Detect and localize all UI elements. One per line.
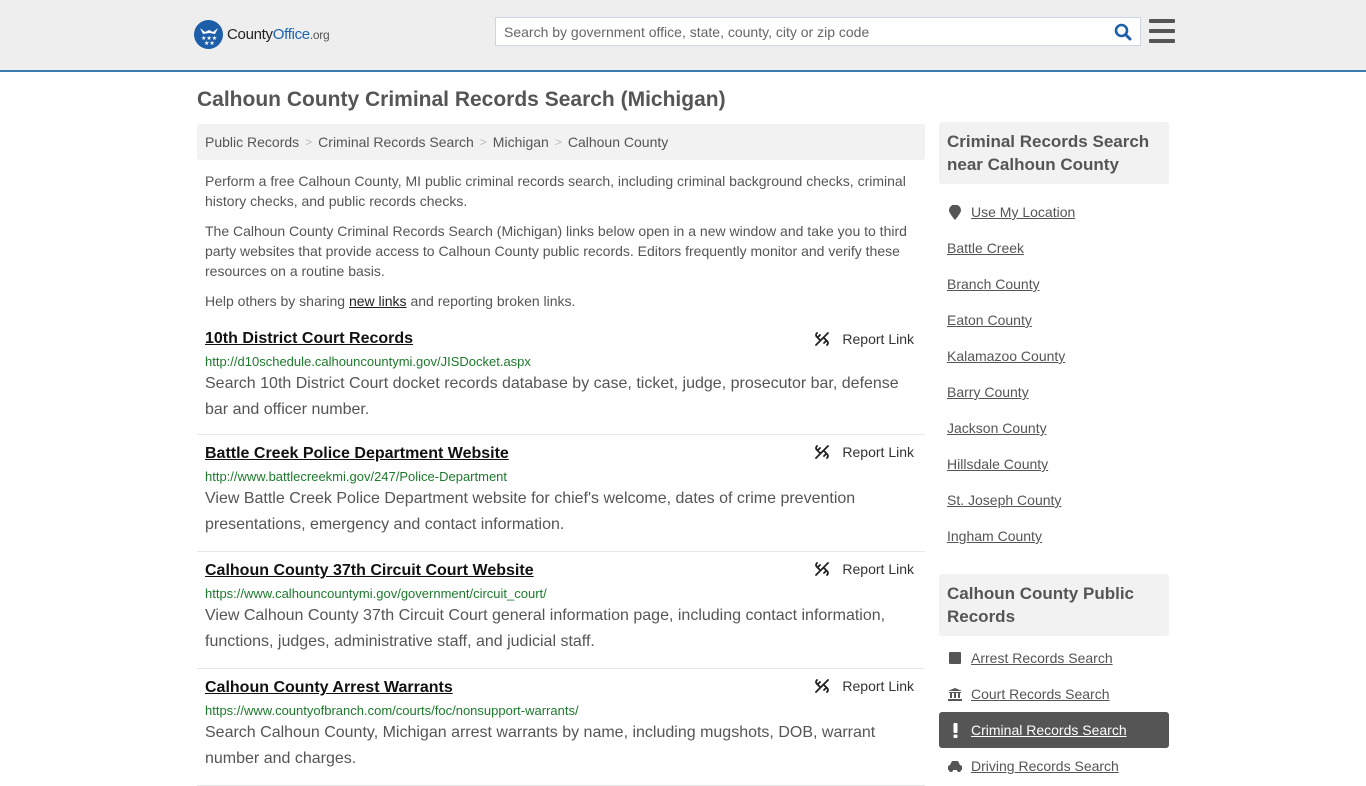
logo-wordmark: CountyOffice.org xyxy=(227,26,330,43)
nearby-item[interactable]: Hillsdale County xyxy=(939,446,1169,482)
search-input[interactable] xyxy=(496,18,1106,45)
public-records-heading: Calhoun County Public Records xyxy=(939,574,1169,636)
public-records-item-criminal[interactable]: Criminal Records Search xyxy=(939,712,1169,748)
result-title-link[interactable]: Battle Creek Police Department Website xyxy=(205,445,509,463)
result-title-link[interactable]: Calhoun County Arrest Warrants xyxy=(205,679,453,697)
nearby-link-st-joseph-county[interactable]: St. Joseph County xyxy=(947,492,1061,508)
site-header: ★★★ ★★ CountyOffice.org xyxy=(0,0,1366,72)
exclamation-icon xyxy=(947,722,963,738)
nearby-item[interactable]: Branch County xyxy=(939,266,1169,302)
result-item: Calhoun County 37th Circuit Court Websit… xyxy=(197,552,925,669)
share-links-paragraph: Help others by sharing new links and rep… xyxy=(205,293,576,309)
search-bar xyxy=(495,17,1141,46)
site-logo[interactable]: ★★★ ★★ CountyOffice.org xyxy=(194,20,330,49)
result-url: http://d10schedule.calhouncountymi.gov/J… xyxy=(205,354,531,369)
use-my-location-item[interactable]: Use My Location xyxy=(939,194,1169,230)
main-content: Public Records > Criminal Records Search… xyxy=(197,124,925,786)
use-my-location-link[interactable]: Use My Location xyxy=(971,204,1075,220)
broken-link-icon xyxy=(815,562,830,576)
criminal-records-link[interactable]: Criminal Records Search xyxy=(971,722,1127,738)
result-title-link[interactable]: Calhoun County 37th Circuit Court Websit… xyxy=(205,562,534,580)
sidebar: Criminal Records Search near Calhoun Cou… xyxy=(939,122,1169,784)
nearby-link-battle-creek[interactable]: Battle Creek xyxy=(947,240,1024,256)
new-links-link[interactable]: new links xyxy=(349,293,407,309)
result-url: http://www.battlecreekmi.gov/247/Police-… xyxy=(205,469,508,484)
broken-link-icon xyxy=(815,679,830,693)
result-url: https://www.calhouncountymi.gov/governme… xyxy=(205,586,547,601)
breadcrumb-michigan[interactable]: Michigan xyxy=(493,134,549,150)
breadcrumb-calhoun-county[interactable]: Calhoun County xyxy=(568,134,668,150)
search-button[interactable] xyxy=(1106,18,1140,45)
result-item: 10th District Court Records Report Link … xyxy=(197,322,925,435)
result-description: Search 10th District Court docket record… xyxy=(205,375,899,418)
public-records-list: Arrest Records Search Court Records Sear… xyxy=(939,640,1169,784)
nearby-link-jackson-county[interactable]: Jackson County xyxy=(947,420,1047,436)
breadcrumb-public-records[interactable]: Public Records xyxy=(205,134,299,150)
nearby-item[interactable]: St. Joseph County xyxy=(939,482,1169,518)
result-description: Search Calhoun County, Michigan arrest w… xyxy=(205,724,876,767)
search-icon xyxy=(1114,23,1132,40)
results-list: 10th District Court Records Report Link … xyxy=(197,322,925,786)
map-marker-icon xyxy=(947,204,963,220)
broken-link-icon xyxy=(815,332,830,346)
nearby-list: Use My Location Battle Creek Branch Coun… xyxy=(939,194,1169,554)
nearby-link-kalamazoo-county[interactable]: Kalamazoo County xyxy=(947,348,1065,364)
result-description: View Battle Creek Police Department webs… xyxy=(205,490,856,533)
breadcrumb-criminal-records-search[interactable]: Criminal Records Search xyxy=(318,134,474,150)
public-records-item-driving[interactable]: Driving Records Search xyxy=(939,748,1169,784)
hamburger-menu-icon[interactable] xyxy=(1149,19,1175,43)
breadcrumb-separator: > xyxy=(305,135,313,149)
report-link-button[interactable]: Report Link xyxy=(814,561,914,577)
nearby-item[interactable]: Jackson County xyxy=(939,410,1169,446)
nearby-item[interactable]: Ingham County xyxy=(939,518,1169,554)
result-url: https://www.countyofbranch.com/courts/fo… xyxy=(205,703,579,718)
nearby-link-eaton-county[interactable]: Eaton County xyxy=(947,312,1032,328)
result-item: Calhoun County Arrest Warrants Report Li… xyxy=(197,669,925,786)
driving-records-link[interactable]: Driving Records Search xyxy=(971,758,1119,774)
broken-link-icon xyxy=(815,445,830,459)
intro-paragraph: Perform a free Calhoun County, MI public… xyxy=(205,173,906,209)
nearby-item[interactable]: Battle Creek xyxy=(939,230,1169,266)
court-records-link[interactable]: Court Records Search xyxy=(971,686,1110,702)
nearby-link-ingham-county[interactable]: Ingham County xyxy=(947,528,1042,544)
nearby-heading: Criminal Records Search near Calhoun Cou… xyxy=(939,122,1169,184)
report-link-button[interactable]: Report Link xyxy=(814,444,914,460)
nearby-item[interactable]: Kalamazoo County xyxy=(939,338,1169,374)
square-icon xyxy=(947,652,963,664)
svg-text:★★: ★★ xyxy=(204,40,215,45)
breadcrumb-separator: > xyxy=(479,135,487,149)
page-title: Calhoun County Criminal Records Search (… xyxy=(197,88,726,111)
result-title-link[interactable]: 10th District Court Records xyxy=(205,330,413,348)
result-item: Battle Creek Police Department Website R… xyxy=(197,435,925,552)
public-records-item-arrest[interactable]: Arrest Records Search xyxy=(939,640,1169,676)
nearby-item[interactable]: Eaton County xyxy=(939,302,1169,338)
breadcrumb: Public Records > Criminal Records Search… xyxy=(197,124,925,160)
result-description: View Calhoun County 37th Circuit Court g… xyxy=(205,607,886,650)
courthouse-icon xyxy=(947,687,963,701)
nearby-link-barry-county[interactable]: Barry County xyxy=(947,384,1029,400)
breadcrumb-separator: > xyxy=(554,135,562,149)
intro-text: Perform a free Calhoun County, MI public… xyxy=(197,171,925,311)
nearby-link-hillsdale-county[interactable]: Hillsdale County xyxy=(947,456,1048,472)
nearby-link-branch-county[interactable]: Branch County xyxy=(947,276,1040,292)
nearby-item[interactable]: Barry County xyxy=(939,374,1169,410)
intro-paragraph: The Calhoun County Criminal Records Sear… xyxy=(205,223,907,279)
arrest-records-link[interactable]: Arrest Records Search xyxy=(971,650,1113,666)
eagle-stars-logo-icon: ★★★ ★★ xyxy=(194,20,223,49)
report-link-button[interactable]: Report Link xyxy=(814,678,914,694)
public-records-item-court[interactable]: Court Records Search xyxy=(939,676,1169,712)
car-icon xyxy=(947,760,963,772)
report-link-button[interactable]: Report Link xyxy=(814,331,914,347)
